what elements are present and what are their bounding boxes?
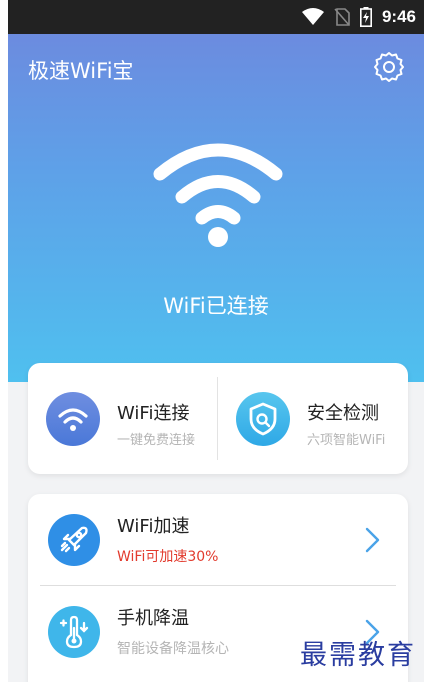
status-bar: 9:46 xyxy=(8,0,424,34)
watermark: 最需教育 xyxy=(300,640,416,671)
wifi-speedup-row[interactable]: WiFi加速 WiFi可加速30% xyxy=(28,494,408,586)
phone-cooling-title: 手机降温 xyxy=(117,608,189,629)
settings-button[interactable] xyxy=(372,50,406,84)
gear-icon xyxy=(374,52,404,82)
wifi-speedup-subtitle: WiFi可加速30% xyxy=(117,549,219,565)
battery-charging-icon xyxy=(359,7,372,27)
wifi-connect-item[interactable]: WiFi连接 一键免费连接 xyxy=(28,363,217,474)
thermometer-icon xyxy=(48,606,100,658)
wifi-connect-subtitle: 一键免费连接 xyxy=(117,433,196,448)
security-check-title: 安全检测 xyxy=(307,403,379,424)
security-check-subtitle: 六项智能WiFi xyxy=(307,433,386,448)
left-border xyxy=(0,0,8,682)
wifi-icon xyxy=(46,392,100,446)
security-check-item[interactable]: 安全检测 六项智能WiFi xyxy=(218,363,408,474)
status-time: 9:46 xyxy=(381,7,416,26)
wifi-signal-icon xyxy=(301,8,324,25)
app-title: 极速WiFi宝 xyxy=(28,59,134,83)
feature-card: WiFi连接 一键免费连接 安全检测 六项智能WiFi xyxy=(28,363,408,474)
hero-panel: 9:46 极速WiFi宝 WiFi已连接 xyxy=(8,0,424,382)
chevron-right-icon xyxy=(365,527,380,553)
wifi-speedup-title: WiFi加速 xyxy=(117,516,190,537)
wifi-icon xyxy=(153,143,283,247)
no-sim-icon xyxy=(334,8,350,26)
connection-status: WiFi已连接 xyxy=(163,294,269,318)
shield-check-icon xyxy=(236,392,290,446)
phone-cooling-subtitle: 智能设备降温核心 xyxy=(117,641,229,657)
rocket-icon xyxy=(48,514,100,566)
wifi-connect-title: WiFi连接 xyxy=(117,403,190,424)
